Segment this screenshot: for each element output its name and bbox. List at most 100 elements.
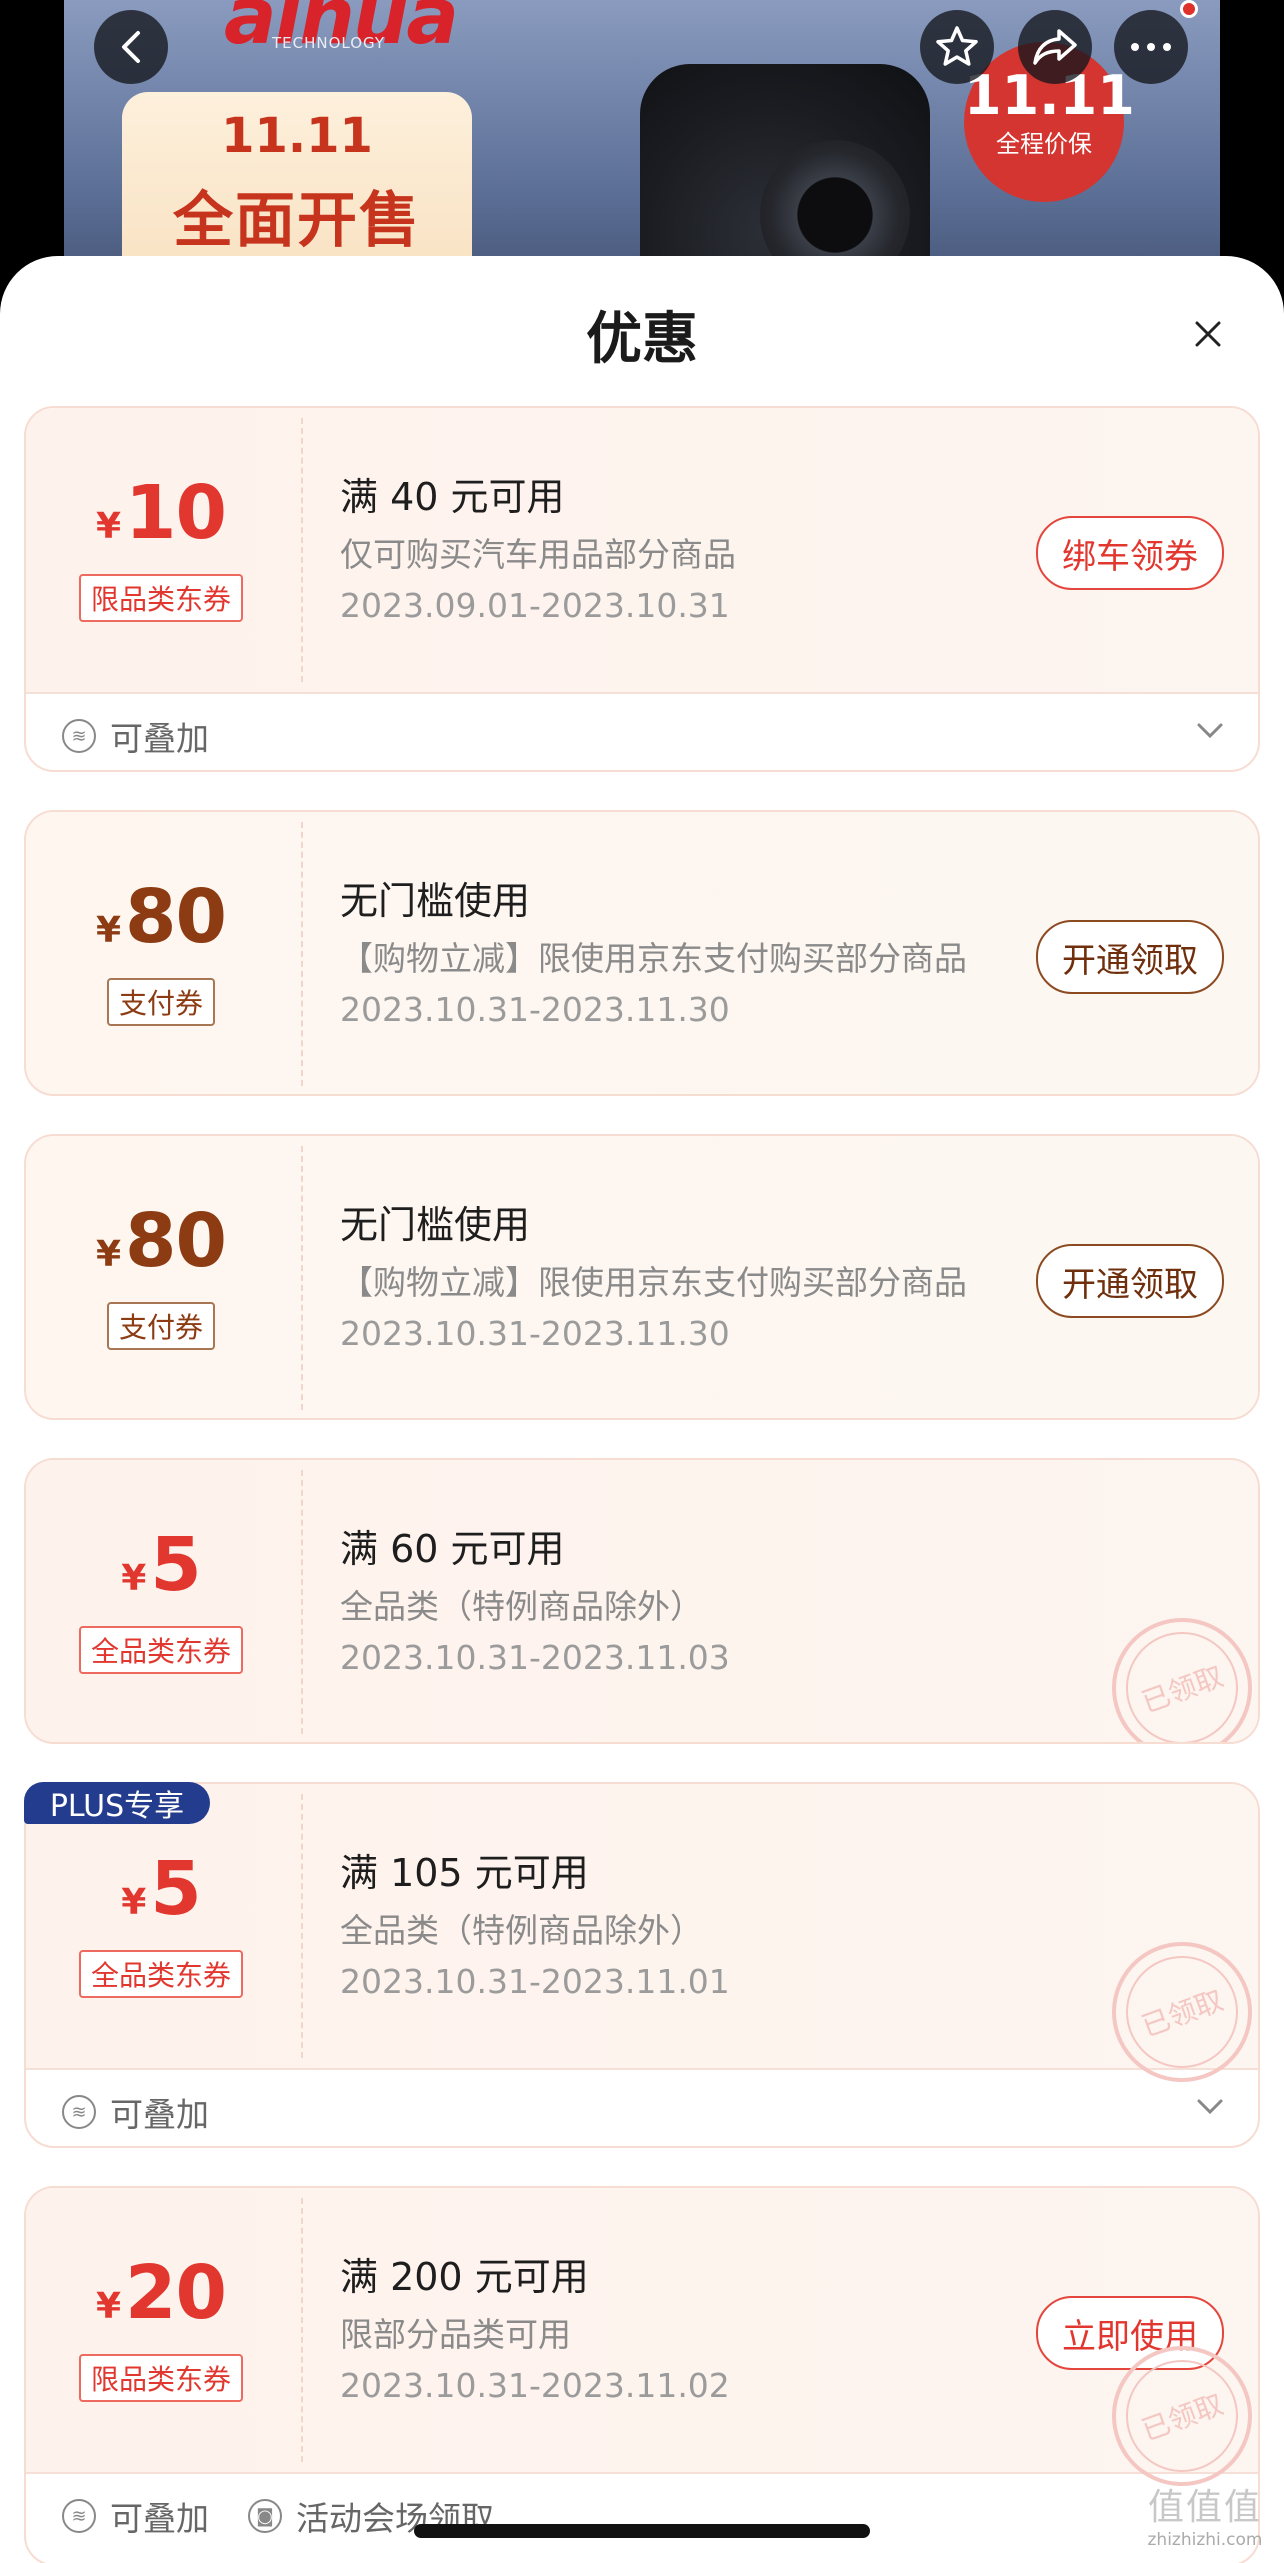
stackable-tag: ≋ 可叠加 (62, 712, 209, 760)
coupon-divider (301, 1470, 303, 1734)
coupon-value-area: ¥80 支付券 (26, 812, 296, 1052)
close-icon (1195, 321, 1221, 347)
stack-label: 可叠加 (110, 719, 209, 758)
claimed-stamp: 已领取 (1092, 1598, 1258, 1742)
coupon-card: ¥20 限品类东券 满 200 元可用 限部分品类可用 2023.10.31-2… (24, 2186, 1260, 2563)
currency-symbol: ¥ (121, 1882, 147, 1923)
stackable-tag: ≋ 可叠加 (62, 2492, 209, 2540)
coupon-card: ¥5 全品类东券 满 105 元可用 全品类（特例商品除外） 2023.10.3… (24, 1782, 1260, 2148)
coupon-validity: 2023.10.31-2023.11.30 (340, 1314, 730, 1353)
coupon-validity: 2023.10.31-2023.11.03 (340, 1638, 730, 1677)
coupon-description: 全品类（特例商品除外） (340, 1587, 703, 1626)
back-icon (122, 31, 140, 63)
stack-icon: ≋ (62, 719, 96, 753)
more-button[interactable] (1114, 10, 1188, 84)
coupon-body: ¥80 支付券 无门槛使用 【购物立减】限使用京东支付购买部分商品 2023.1… (26, 1136, 1258, 1418)
chevron-down-icon[interactable] (1196, 2098, 1224, 2116)
stack-row[interactable]: ≋ 可叠加 ◙ 活动会场领取 (26, 2472, 1258, 2552)
coupon-action-button[interactable]: 开通领取 (1036, 920, 1224, 994)
coupon-sheet: 优惠 ¥10 限品类东券 满 40 元可用 仅可购买汽车用品部分商品 2023.… (0, 256, 1284, 2563)
watermark: 值值值 zhizhizhi.com (1126, 2478, 1284, 2563)
stack-row[interactable]: ≋ 可叠加 (26, 692, 1258, 770)
coupon-card: ¥80 支付券 无门槛使用 【购物立减】限使用京东支付购买部分商品 2023.1… (24, 810, 1260, 1096)
coupon-divider (301, 822, 303, 1086)
coupon-amount: ¥5 (26, 1522, 296, 1608)
currency-symbol: ¥ (95, 506, 122, 547)
coupon-type: 限品类东券 (78, 574, 244, 622)
coupon-value-area: ¥10 限品类东券 (26, 408, 296, 648)
star-icon (936, 26, 978, 66)
brand-logo: alhua (224, 0, 459, 62)
coupon-type: 全品类东券 (78, 1950, 244, 1998)
coupon-amount: ¥10 (26, 470, 296, 556)
plus-exclusive-badge: PLUS专享 (24, 1782, 210, 1824)
amount-value: 80 (125, 874, 227, 960)
coupon-validity: 2023.09.01-2023.10.31 (340, 586, 730, 625)
close-button[interactable] (1186, 312, 1230, 356)
amount-value: 20 (125, 2250, 227, 2336)
coupon-card: ¥5 全品类东券 满 60 元可用 全品类（特例商品除外） 2023.10.31… (24, 1458, 1260, 1744)
coupon-divider (301, 1794, 303, 2058)
coupon-description: 限部分品类可用 (340, 2315, 571, 2354)
watermark-logo: 值值值 (1147, 2487, 1262, 2528)
coupon-amount: ¥80 (26, 1198, 296, 1284)
coupon-description: 全品类（特例商品除外） (340, 1911, 703, 1950)
home-indicator[interactable] (414, 2524, 870, 2538)
coupon-value-area: ¥80 支付券 (26, 1136, 296, 1376)
share-icon (1033, 29, 1077, 65)
price-badge-text: 全程价保 (996, 130, 1092, 158)
coupon-value-area: ¥20 限品类东券 (26, 2188, 296, 2428)
currency-symbol: ¥ (95, 910, 122, 951)
coupon-card: ¥10 限品类东券 满 40 元可用 仅可购买汽车用品部分商品 2023.09.… (24, 406, 1260, 772)
coupon-type: 支付券 (106, 1302, 216, 1350)
coupon-amount: ¥80 (26, 874, 296, 960)
amount-value: 10 (125, 470, 227, 556)
back-button[interactable] (94, 10, 168, 84)
favorite-button[interactable] (920, 10, 994, 84)
currency-symbol: ¥ (95, 2286, 122, 2327)
currency-symbol: ¥ (121, 1558, 147, 1599)
stack-row[interactable]: ≋ 可叠加 (26, 2068, 1258, 2146)
coupon-amount: ¥5 (26, 1846, 296, 1932)
coupon-card: ¥80 支付券 无门槛使用 【购物立减】限使用京东支付购买部分商品 2023.1… (24, 1134, 1260, 1420)
notification-dot (1180, 0, 1198, 18)
coupon-body: ¥20 限品类东券 满 200 元可用 限部分品类可用 2023.10.31-2… (26, 2188, 1258, 2506)
coupon-type: 支付券 (106, 978, 216, 1026)
coupon-condition: 满 105 元可用 (340, 1851, 589, 1895)
coupon-body: ¥10 限品类东券 满 40 元可用 仅可购买汽车用品部分商品 2023.09.… (26, 408, 1258, 694)
brand-subtitle: TECHNOLOGY (272, 34, 386, 52)
watermark-site: zhizhizhi.com (1147, 2530, 1263, 2550)
coupon-condition: 满 60 元可用 (340, 1527, 565, 1571)
coupon-description: 仅可购买汽车用品部分商品 (340, 535, 736, 574)
coupon-validity: 2023.10.31-2023.11.01 (340, 1962, 730, 2001)
stack-icon: ≋ (62, 2499, 96, 2533)
coupon-condition: 满 200 元可用 (340, 2255, 589, 2299)
chevron-down-icon[interactable] (1196, 722, 1224, 740)
stack-label: 可叠加 (110, 2499, 209, 2538)
more-icon (1131, 43, 1171, 51)
coupon-description: 【购物立减】限使用京东支付购买部分商品 (340, 939, 967, 978)
coupon-value-area: ¥5 全品类东券 (26, 1460, 296, 1700)
currency-symbol: ¥ (95, 1234, 122, 1275)
coupon-type: 限品类东券 (78, 2354, 244, 2402)
coupon-condition: 无门槛使用 (340, 879, 531, 923)
share-button[interactable] (1018, 10, 1092, 84)
coupon-body: ¥5 全品类东券 满 105 元可用 全品类（特例商品除外） 2023.10.3… (26, 1784, 1258, 2102)
coupon-body: ¥80 支付券 无门槛使用 【购物立减】限使用京东支付购买部分商品 2023.1… (26, 812, 1258, 1094)
coupon-condition: 无门槛使用 (340, 1203, 531, 1247)
coupon-type: 全品类东券 (78, 1626, 244, 1674)
coupon-divider (301, 2198, 303, 2462)
amount-value: 5 (150, 1846, 201, 1932)
coupon-divider (301, 1146, 303, 1410)
coupon-validity: 2023.10.31-2023.11.02 (340, 2366, 730, 2405)
promo-title: 全面开售 (173, 186, 421, 256)
coupon-action-button[interactable]: 绑车领券 (1036, 516, 1224, 590)
stack-label: 可叠加 (110, 2095, 209, 2134)
coupon-condition: 满 40 元可用 (340, 475, 565, 519)
venue-icon: ◙ (248, 2499, 282, 2533)
amount-value: 80 (125, 1198, 227, 1284)
coupon-body: ¥5 全品类东券 满 60 元可用 全品类（特例商品除外） 2023.10.31… (26, 1460, 1258, 1742)
stack-icon: ≋ (62, 2095, 96, 2129)
coupon-action-button[interactable]: 开通领取 (1036, 1244, 1224, 1318)
sheet-title: 优惠 (586, 307, 698, 372)
